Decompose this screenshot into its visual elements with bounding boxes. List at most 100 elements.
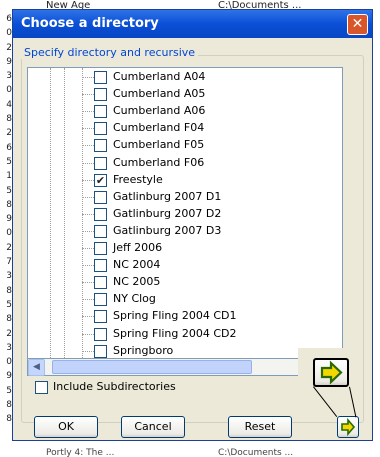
tree-branch-line bbox=[82, 350, 94, 352]
cancel-button[interactable]: Cancel bbox=[121, 416, 185, 438]
tree-item-label: Cumberland A06 bbox=[113, 104, 206, 118]
tree-branch-line bbox=[82, 333, 94, 335]
tree-branch-line bbox=[82, 316, 94, 318]
background-row-bottom: Portly 4: The ... C:\Documents ... bbox=[0, 448, 380, 457]
background-row-number: 6 bbox=[6, 142, 12, 153]
tree-item[interactable]: Cumberland A05 bbox=[82, 86, 322, 103]
tree-item[interactable]: ✔ Freestyle bbox=[82, 172, 322, 189]
directory-tree[interactable]: Cumberland A04 Cumberland A05 Cumberland A… bbox=[27, 67, 343, 359]
include-subdirectories-label: Include Subdirectories bbox=[53, 380, 176, 393]
background-row-number: 4 bbox=[6, 99, 12, 110]
tree-item-label: NC 2004 bbox=[113, 258, 161, 272]
tree-item-checkbox[interactable] bbox=[94, 139, 107, 153]
background-row-number: 0 bbox=[6, 85, 12, 96]
tree-item-label: NC 2005 bbox=[113, 275, 161, 289]
background-row-number: 9 bbox=[6, 371, 12, 382]
tree-guide-line bbox=[50, 68, 51, 358]
close-icon: ✕ bbox=[351, 16, 364, 32]
background-row-number: 9 bbox=[6, 56, 12, 67]
tree-item-label: Gatlinburg 2007 D3 bbox=[113, 223, 222, 237]
tree-item[interactable]: Cumberland A06 bbox=[82, 103, 322, 120]
tree-item-checkbox[interactable] bbox=[94, 259, 107, 273]
tree-branch-line bbox=[82, 196, 94, 198]
tree-item[interactable]: Cumberland F06 bbox=[82, 155, 322, 172]
dialog-title-bar[interactable]: Choose a directory ✕ bbox=[13, 10, 372, 38]
tree-item-checkbox[interactable] bbox=[94, 122, 107, 136]
tree-item-label: Spring Fling 2004 CD2 bbox=[113, 326, 237, 340]
tree-item-label: Freestyle bbox=[113, 172, 163, 186]
tree-item-checkbox[interactable] bbox=[94, 71, 107, 84]
reset-button[interactable]: Reset bbox=[228, 416, 292, 438]
tree-item[interactable]: NC 2004 bbox=[82, 257, 322, 274]
tree-item-checkbox[interactable] bbox=[94, 156, 107, 170]
background-row-path: C:\Documents ... bbox=[218, 448, 294, 457]
tree-item-checkbox[interactable]: ✔ bbox=[94, 173, 107, 187]
tree-item-checkbox[interactable] bbox=[94, 224, 107, 238]
tree-item-label: Cumberland F06 bbox=[113, 155, 205, 169]
tree-item-checkbox[interactable] bbox=[94, 190, 107, 204]
tree-item-label: Gatlinburg 2007 D2 bbox=[113, 206, 222, 220]
tree-item-checkbox[interactable] bbox=[94, 242, 107, 255]
background-row-number: 0 bbox=[6, 28, 12, 39]
background-row-number: 3 bbox=[6, 342, 12, 353]
tree-item[interactable]: Jeff 2006 bbox=[82, 240, 322, 257]
vertical-scrollbar[interactable]: ▲ ▼ bbox=[342, 68, 343, 359]
background-row-number: 8 bbox=[6, 400, 12, 411]
ok-button[interactable]: OK bbox=[34, 416, 98, 438]
tree-item[interactable]: Cumberland F04 bbox=[82, 120, 322, 137]
tree-item-checkbox[interactable] bbox=[94, 105, 107, 119]
background-row-number: 1 bbox=[6, 171, 12, 182]
dialog-title: Choose a directory bbox=[21, 16, 159, 31]
tree-branch-line bbox=[82, 179, 94, 181]
tree-item[interactable]: Gatlinburg 2007 D3 bbox=[82, 223, 322, 240]
tree-branch-line bbox=[82, 213, 94, 215]
tree-item-label: Springboro bbox=[113, 343, 174, 357]
tree-item[interactable]: Spring Fling 2004 CD1 bbox=[82, 308, 322, 325]
tree-branch-line bbox=[82, 128, 94, 130]
go-button-zoomed[interactable] bbox=[313, 358, 349, 387]
tree-item-label: Cumberland F05 bbox=[113, 138, 205, 152]
scroll-up-button[interactable]: ▲ bbox=[342, 68, 343, 85]
background-row-numbers: 6 0 2 9 3 0 4 8 2 6 5 1 5 8 9 0 2 7 3 8 5 8 2 3 0 9 5 8 8 bbox=[0, 12, 12, 427]
tree-branch-line bbox=[82, 145, 94, 147]
background-row-number: 0 bbox=[6, 228, 12, 239]
go-button[interactable] bbox=[337, 416, 359, 438]
right-arrow-icon bbox=[341, 417, 356, 437]
background-row-number: 8 bbox=[6, 114, 12, 125]
tree-branch-line bbox=[82, 282, 94, 284]
tree-item-checkbox[interactable] bbox=[94, 88, 107, 102]
tree-branch-line bbox=[82, 265, 94, 267]
tree-item[interactable]: Cumberland F05 bbox=[82, 137, 322, 154]
tree-item-checkbox[interactable] bbox=[94, 276, 107, 290]
background-row-number: 3 bbox=[6, 71, 12, 82]
close-button[interactable]: ✕ bbox=[347, 14, 368, 35]
horizontal-scroll-thumb[interactable] bbox=[52, 360, 252, 374]
tree-item-checkbox[interactable] bbox=[94, 310, 107, 324]
background-row-number: 8 bbox=[6, 199, 12, 210]
background-row-number: 5 bbox=[6, 385, 12, 396]
tree-item[interactable]: Cumberland A04 bbox=[82, 69, 322, 86]
tree-item-checkbox[interactable] bbox=[94, 293, 107, 307]
tree-item-checkbox[interactable] bbox=[94, 207, 107, 221]
tree-branch-line bbox=[82, 162, 94, 164]
tree-branch-line bbox=[82, 248, 94, 249]
tree-item[interactable]: Gatlinburg 2007 D2 bbox=[82, 206, 322, 223]
tree-item[interactable]: NY Clog bbox=[82, 291, 322, 308]
tree-item[interactable]: Spring Fling 2004 CD2 bbox=[82, 326, 322, 343]
tree-item-label: Cumberland A05 bbox=[113, 87, 206, 101]
horizontal-scrollbar[interactable]: ◀ bbox=[27, 359, 329, 376]
tree-item[interactable]: NC 2005 bbox=[82, 274, 322, 291]
background-row-number: 9 bbox=[6, 214, 12, 225]
tree-item-checkbox[interactable] bbox=[94, 327, 107, 341]
tree-item[interactable]: Springboro bbox=[82, 343, 322, 358]
include-subdirectories-checkbox[interactable] bbox=[35, 381, 48, 394]
tree-item[interactable]: Gatlinburg 2007 D1 bbox=[82, 189, 322, 206]
tree-item-label: NY Clog bbox=[113, 292, 156, 306]
tree-branch-line bbox=[82, 94, 94, 96]
choose-directory-dialog: Choose a directory ✕ Specify directory a… bbox=[12, 9, 373, 441]
background-row-number: 2 bbox=[6, 242, 12, 253]
scroll-left-button[interactable]: ◀ bbox=[28, 359, 45, 376]
tree-item-label: Gatlinburg 2007 D1 bbox=[113, 189, 222, 203]
right-arrow-icon bbox=[320, 360, 343, 385]
tree-item-checkbox[interactable] bbox=[94, 344, 107, 358]
